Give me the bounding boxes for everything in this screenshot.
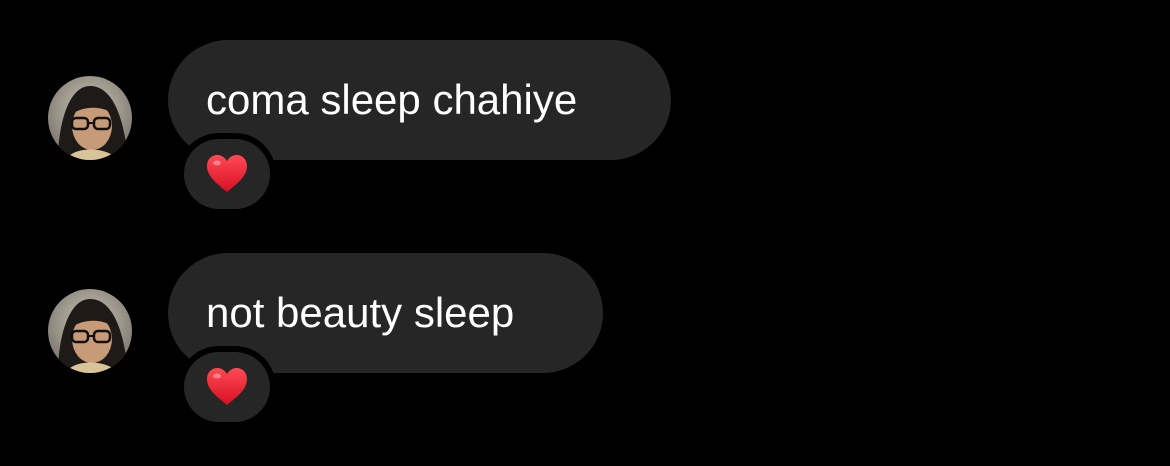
reaction-badge-inner (184, 139, 270, 209)
message-text: coma sleep chahiye (206, 76, 578, 123)
reaction-badge[interactable] (178, 133, 276, 215)
reaction-badge-inner (184, 352, 270, 422)
heart-icon (206, 154, 248, 194)
avatar[interactable] (48, 289, 132, 373)
message-text: not beauty sleep (206, 289, 515, 336)
avatar-image (48, 76, 132, 160)
heart-icon (206, 367, 248, 407)
avatar-image (48, 289, 132, 373)
avatar[interactable] (48, 76, 132, 160)
reaction-badge[interactable] (178, 346, 276, 428)
